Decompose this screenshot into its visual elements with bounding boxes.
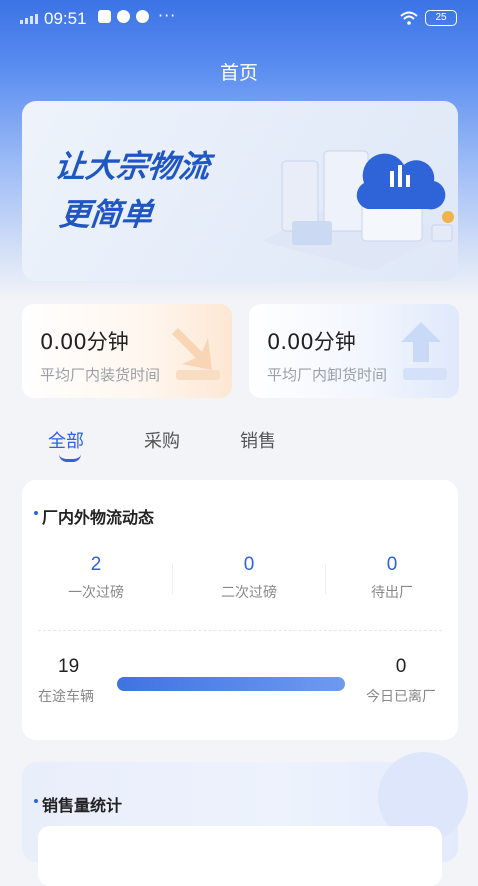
app-notification-icon-2 bbox=[136, 10, 149, 23]
in-transit-vehicles[interactable]: 19 在途车辆 bbox=[38, 656, 118, 706]
avg-unloading-time-value: 0.00分钟 bbox=[267, 330, 356, 354]
kpi-pending-exit[interactable]: 0 待出厂 bbox=[332, 554, 452, 602]
wifi-icon bbox=[400, 11, 418, 25]
tab-purchase[interactable]: 采购 bbox=[144, 427, 180, 453]
unloading-arrow-icon bbox=[401, 322, 447, 380]
mail-icon bbox=[98, 10, 111, 23]
tab-all[interactable]: 全部 bbox=[48, 427, 84, 462]
status-time: 09:51 bbox=[44, 9, 87, 28]
divider bbox=[172, 564, 173, 594]
app-notification-icon bbox=[117, 10, 130, 23]
more-notifications-icon: ··· bbox=[158, 6, 177, 25]
left-today-value: 0 bbox=[395, 656, 407, 677]
transit-progress-bar bbox=[117, 677, 345, 691]
in-transit-label: 在途车辆 bbox=[38, 689, 94, 705]
kpi-second-weighing-label: 二次过磅 bbox=[221, 585, 277, 601]
page-title: 首页 bbox=[219, 62, 258, 84]
kpi-second-weighing[interactable]: 0 二次过磅 bbox=[189, 554, 309, 602]
logistics-section-title: 厂内外物流动态 bbox=[33, 504, 154, 528]
banner-slogan-line-2: 更简单 bbox=[57, 197, 155, 233]
signal-icon bbox=[20, 14, 38, 24]
kpi-first-weighing-value: 2 bbox=[90, 554, 102, 575]
promo-banner[interactable]: 让大宗物流 更简单 bbox=[22, 101, 458, 281]
battery-level: 25 bbox=[435, 12, 447, 23]
tab-sales[interactable]: 销售 bbox=[240, 427, 276, 453]
sales-section-title: 销售量统计 bbox=[33, 792, 122, 816]
avg-unloading-time-label: 平均厂内卸货时间 bbox=[267, 366, 388, 384]
in-transit-value: 19 bbox=[58, 656, 80, 677]
cloud-logistics-illustration bbox=[262, 150, 454, 271]
tab-purchase-label: 采购 bbox=[144, 431, 180, 452]
category-tabs: 全部 采购 销售 bbox=[0, 427, 478, 467]
banner-slogan-line-1: 让大宗物流 bbox=[52, 149, 212, 185]
loading-arrow-icon bbox=[172, 328, 220, 380]
kpi-pending-exit-value: 0 bbox=[386, 554, 398, 575]
logistics-status-card: 厂内外物流动态 2 一次过磅 0 二次过磅 0 待出厂 19 在途车辆 0 今日… bbox=[22, 480, 458, 740]
divider bbox=[325, 564, 326, 594]
sales-chart-panel bbox=[38, 826, 442, 886]
tab-all-label: 全部 bbox=[48, 431, 84, 452]
kpi-second-weighing-value: 0 bbox=[243, 554, 255, 575]
kpi-first-weighing[interactable]: 2 一次过磅 bbox=[36, 554, 156, 602]
status-bar: 09:51 ··· 25 bbox=[0, 0, 478, 36]
kpi-pending-exit-label: 待出厂 bbox=[371, 585, 413, 601]
active-tab-indicator bbox=[59, 454, 81, 462]
avg-unloading-time-card[interactable]: 0.00分钟 平均厂内卸货时间 bbox=[249, 304, 459, 398]
kpi-first-weighing-label: 一次过磅 bbox=[68, 585, 124, 601]
avg-loading-time-card[interactable]: 0.00分钟 平均厂内装货时间 bbox=[22, 304, 232, 398]
tab-sales-label: 销售 bbox=[240, 431, 276, 452]
sales-statistics-card: 销售量统计 bbox=[22, 752, 468, 886]
avg-loading-time-label: 平均厂内装货时间 bbox=[40, 366, 161, 384]
left-today-label: 今日已离厂 bbox=[366, 689, 436, 705]
avg-loading-time-value: 0.00分钟 bbox=[40, 330, 129, 354]
banner-slogan: 让大宗物流 更简单 bbox=[47, 143, 212, 239]
left-factory-today[interactable]: 0 今日已离厂 bbox=[356, 656, 446, 706]
dashed-divider bbox=[38, 630, 442, 631]
battery-icon: 25 bbox=[425, 10, 457, 26]
